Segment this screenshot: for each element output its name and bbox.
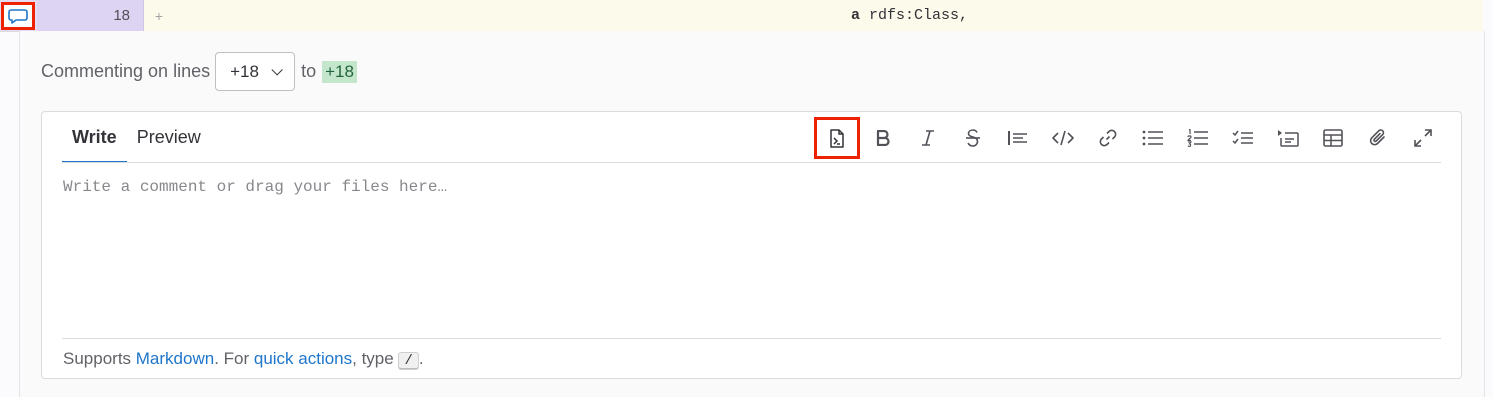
insert-suggestion-button[interactable]: [814, 117, 860, 159]
bullet-list-button[interactable]: [1130, 117, 1175, 159]
editor-header-divider: [62, 162, 1441, 163]
type-text: , type: [352, 349, 399, 368]
fullscreen-button[interactable]: [1400, 117, 1445, 159]
bullet-list-icon: [1142, 130, 1163, 146]
end-line-badge: +18: [322, 60, 357, 83]
commenting-label: Commenting on lines: [41, 61, 211, 81]
markdown-link[interactable]: Markdown: [136, 349, 214, 368]
editor-toolbar: [814, 117, 1445, 159]
start-line-select[interactable]: +18: [215, 52, 296, 91]
new-line-number[interactable]: 18: [37, 0, 144, 31]
code-text: rdfs:Class,: [860, 7, 969, 24]
quote-icon: [1007, 131, 1027, 145]
task-list-icon: [1231, 130, 1253, 145]
bold-icon: [876, 130, 890, 146]
table-button[interactable]: [1310, 117, 1355, 159]
collapsible-section-button[interactable]: [1265, 117, 1310, 159]
editor-tabs: Write Preview: [62, 112, 211, 163]
code-keyword: a: [851, 7, 861, 24]
code-button[interactable]: [1040, 117, 1085, 159]
supports-text: Supports: [63, 349, 136, 368]
commenting-on-lines: Commenting on lines +18 to +18: [41, 52, 357, 91]
link-button[interactable]: [1085, 117, 1130, 159]
link-icon: [1099, 129, 1116, 147]
code-icon: [1051, 130, 1074, 146]
markdown-editor: Write Preview Write a comment or drag yo…: [41, 111, 1462, 379]
tab-preview[interactable]: Preview: [127, 112, 211, 163]
numbered-list-icon: [1186, 129, 1208, 147]
line-sign: +: [154, 7, 164, 24]
attach-file-icon: [1369, 129, 1385, 146]
bold-button[interactable]: [860, 117, 905, 159]
tab-write[interactable]: Write: [62, 112, 127, 163]
slash-kbd: /: [398, 352, 419, 370]
comment-icon: [8, 8, 28, 24]
numbered-list-button[interactable]: [1175, 117, 1220, 159]
chevron-down-icon: [271, 63, 283, 76]
collapsible-section-icon: [1277, 130, 1299, 147]
italic-icon: [921, 130, 934, 146]
insert-suggestion-icon: [830, 128, 844, 148]
fullscreen-icon: [1413, 129, 1432, 147]
editor-footer: Supports Markdown. For quick actions, ty…: [63, 349, 424, 370]
quote-button[interactable]: [995, 117, 1040, 159]
task-list-button[interactable]: [1220, 117, 1265, 159]
comment-textarea[interactable]: Write a comment or drag your files here…: [63, 178, 447, 196]
add-comment-button[interactable]: [1, 2, 35, 30]
strikethrough-button[interactable]: [950, 117, 995, 159]
editor-footer-divider: [62, 338, 1441, 339]
code-line: a rdfs:Class,: [174, 0, 1483, 31]
italic-button[interactable]: [905, 117, 950, 159]
for-text: . For: [214, 349, 254, 368]
discussion-form-container: Commenting on lines +18 to +18 Write Pre…: [19, 31, 1485, 397]
old-line-gutter: [0, 0, 37, 31]
table-icon: [1322, 129, 1343, 147]
attach-file-button[interactable]: [1355, 117, 1400, 159]
start-line-value: +18: [230, 61, 259, 81]
strikethrough-icon: [965, 129, 980, 147]
end-text: .: [418, 349, 424, 368]
quick-actions-link[interactable]: quick actions: [254, 349, 352, 368]
to-label: to: [301, 61, 317, 81]
diff-line: 18 + a rdfs:Class,: [0, 0, 1483, 32]
